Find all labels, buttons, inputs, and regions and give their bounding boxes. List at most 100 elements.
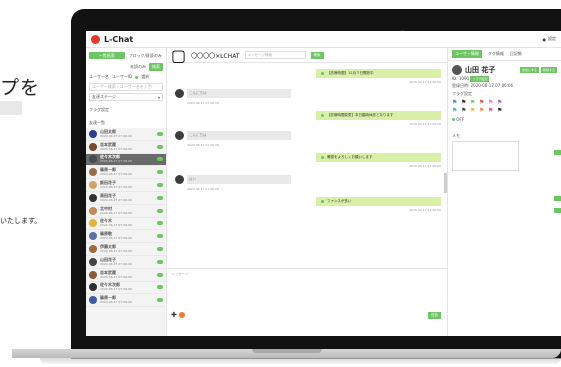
tab-tag-info[interactable]: タグ情報 (488, 51, 504, 57)
user-date: 2020-06-17 07:06:06 (100, 274, 132, 279)
chat-title: 〇〇〇〇×LCHAT (191, 52, 240, 60)
user-date: 2020-06-17 07:06:06 (100, 249, 132, 254)
add-icon[interactable]: ✚ (171, 311, 177, 319)
profile-tabs: ユーザー情報 タグ情報 日記帳 (448, 48, 561, 61)
back-icon[interactable]: ▢ (171, 46, 186, 65)
toggle-row: ユーザー名 ユーザーID 選択 (86, 72, 166, 82)
group-select[interactable]: 友達ステージ ▾ (89, 93, 163, 101)
list-item[interactable]: 佐々木次郎 2020-06-17 07:06:06 (86, 282, 166, 295)
message: こんにちは 2020-06-17 07:06:06 (175, 131, 291, 147)
filter-button[interactable]: 検索 (149, 63, 163, 71)
filter-row: 未読のみ 検索 (86, 62, 166, 72)
side-action-button[interactable] (554, 196, 561, 201)
side-action-button[interactable] (554, 150, 561, 155)
flag-icon[interactable]: ⚑ (497, 100, 504, 106)
avatar (452, 65, 462, 75)
list-item[interactable]: 山田花子 2020-06-17 07:06:06 (86, 256, 166, 269)
chat-header: ▢ 〇〇〇〇×LCHAT メッセージ検索 検索 (167, 46, 447, 65)
status-badge (157, 259, 163, 264)
user-date: 2020-06-17 07:06:06 (100, 223, 132, 228)
message: ファンスが多い 2020-06-17 17:06:06 (316, 197, 441, 212)
list-item[interactable]: 高田花子 2020-06-17 07:06:06 (86, 192, 166, 205)
message-date: 2020-06-17 17:06:06 (409, 208, 441, 212)
user-info: 佐々木次郎 2020-06-17 07:06:06 (100, 155, 154, 164)
message-text: こんにちは (189, 133, 207, 137)
user-menu[interactable]: ● 設定 (543, 36, 557, 42)
delete-button[interactable]: 削除する (540, 67, 557, 73)
flag-icon[interactable]: ⚑ (488, 100, 495, 106)
tab-user-info[interactable]: ユーザー情報 (452, 50, 482, 58)
flag-icon[interactable]: ⚑ (488, 108, 495, 114)
sidebar-tab-list[interactable]: 一覧画面 (89, 52, 125, 59)
avatar (175, 131, 184, 140)
flag-icon[interactable]: ⚑ (470, 108, 477, 114)
user-date: 2020-06-17 07:06:06 (100, 133, 132, 138)
scrollbar[interactable] (444, 173, 447, 193)
toggle-check-icon[interactable] (135, 75, 139, 79)
message: こんにちは 2020-06-17 07:06:06 (175, 89, 291, 105)
message-bubble: こんにちは (187, 89, 291, 98)
message-date: 2020-06-17 17:06:06 (409, 164, 441, 168)
message-search-button[interactable]: 検索 (310, 51, 324, 59)
flag-icon[interactable]: ⚑ (479, 100, 486, 106)
flag-icon[interactable]: ⚑ (470, 100, 477, 106)
flag-icon[interactable]: ⚑ (461, 108, 468, 114)
message: はい 2020-06-17 07:06:06 (175, 175, 291, 191)
profile-id: ID: 1090 (452, 76, 470, 81)
flag-icon[interactable]: ⚑ (461, 100, 468, 106)
list-item[interactable]: 飯田花子 2020-06-17 07:06:06 (86, 179, 166, 192)
list-item[interactable]: 山田太郎 2020-06-17 07:06:06 (86, 128, 166, 141)
toggle-userid[interactable]: ユーザーID (112, 74, 132, 80)
flag-icon[interactable]: ⚑ (479, 108, 486, 114)
user-info: 高田花子 2020-06-17 07:06:06 (100, 193, 154, 202)
list-item[interactable]: 篠原敬 2020-06-17 07:06:06 (86, 230, 166, 244)
base-bar (12, 349, 561, 358)
status-badge (157, 144, 163, 149)
compose-input[interactable]: メッセージ (171, 272, 188, 277)
user-info: 篠原一郎 2020-06-17 07:06:06 (100, 168, 154, 177)
befriend-button[interactable]: 友達にする (519, 67, 539, 73)
status-badge (157, 272, 163, 277)
toggle-username[interactable]: ユーザー名 (89, 74, 109, 80)
list-item[interactable]: 篠原一郎 2020-06-17 07:06:06 (86, 294, 166, 308)
list-item[interactable]: 北中村 2020-06-17 07:06:06 (86, 205, 166, 218)
tab-diary[interactable]: 日記帳 (510, 51, 522, 57)
flag-setting-button[interactable]: フラグ設定 (470, 76, 490, 82)
user-info: 北中村 2020-06-17 07:06:06 (100, 206, 154, 215)
list-item[interactable]: 吉本武蔵 2020-06-17 07:06:06 (86, 269, 166, 282)
list-item[interactable]: 佐々木次郎 2020-06-17 07:06:06 (86, 153, 166, 167)
flag-icon[interactable]: ⚑ (452, 108, 459, 114)
status-toggle-icon[interactable] (452, 118, 455, 121)
message-date: 2020-06-17 07:06:06 (187, 187, 219, 191)
memo-textarea[interactable] (452, 141, 519, 171)
message-bubble: はい (187, 175, 291, 184)
list-item[interactable]: 伊藤太郎 2020-06-17 07:06:06 (86, 243, 166, 256)
read-check-icon (321, 114, 324, 117)
status-badge (157, 195, 163, 200)
status-badge (157, 247, 163, 252)
avatar (89, 142, 97, 151)
flag-icon[interactable]: ⚑ (452, 100, 459, 106)
user-date: 2020-06-17 07:06:06 (100, 210, 132, 215)
message-bubble: 【診療時間変更】本日臨時休診となります (316, 111, 441, 120)
avatar (89, 283, 97, 292)
compose-area[interactable]: メッセージ ✚ 送信 (167, 269, 447, 336)
tag-section-label[interactable]: フラグ設定 (86, 102, 166, 115)
list-item[interactable]: 吉本武蔵 2020-06-17 07:06:06 (86, 141, 166, 154)
message-list: 【診療時間】12月３日開放中 2020-06-17 17:06:06 こんにちは 20… (167, 63, 447, 269)
sidebar-tab-block[interactable]: ブロック/既読のみ (128, 52, 164, 59)
message-text: 【診療時間】12月３日開放中 (327, 71, 374, 75)
flag-icon[interactable]: ⚑ (497, 108, 504, 114)
message-date: 2020-06-17 07:06:06 (187, 143, 219, 147)
user-date: 2020-06-17 07:06:06 (100, 197, 132, 202)
user-search-input[interactable]: ユーザー検索 / ユーザー名を入力 (89, 83, 163, 91)
send-button[interactable]: 送信 (428, 312, 441, 319)
list-item[interactable]: 篠原一郎 2020-06-17 07:06:06 (86, 166, 166, 180)
side-action-button[interactable] (554, 208, 561, 213)
emoji-icon[interactable] (178, 312, 185, 318)
chat-panel: ▢ 〇〇〇〇×LCHAT メッセージ検索 検索 【診療時間】12月３日開放中 20… (167, 46, 448, 336)
list-item[interactable]: 佐々木 2020-06-17 07:06:06 (86, 218, 166, 231)
user-date: 2020-06-17 07:06:06 (100, 261, 132, 266)
message-search-input[interactable]: メッセージ検索 (244, 51, 306, 59)
memo-label: メモ (452, 133, 460, 138)
